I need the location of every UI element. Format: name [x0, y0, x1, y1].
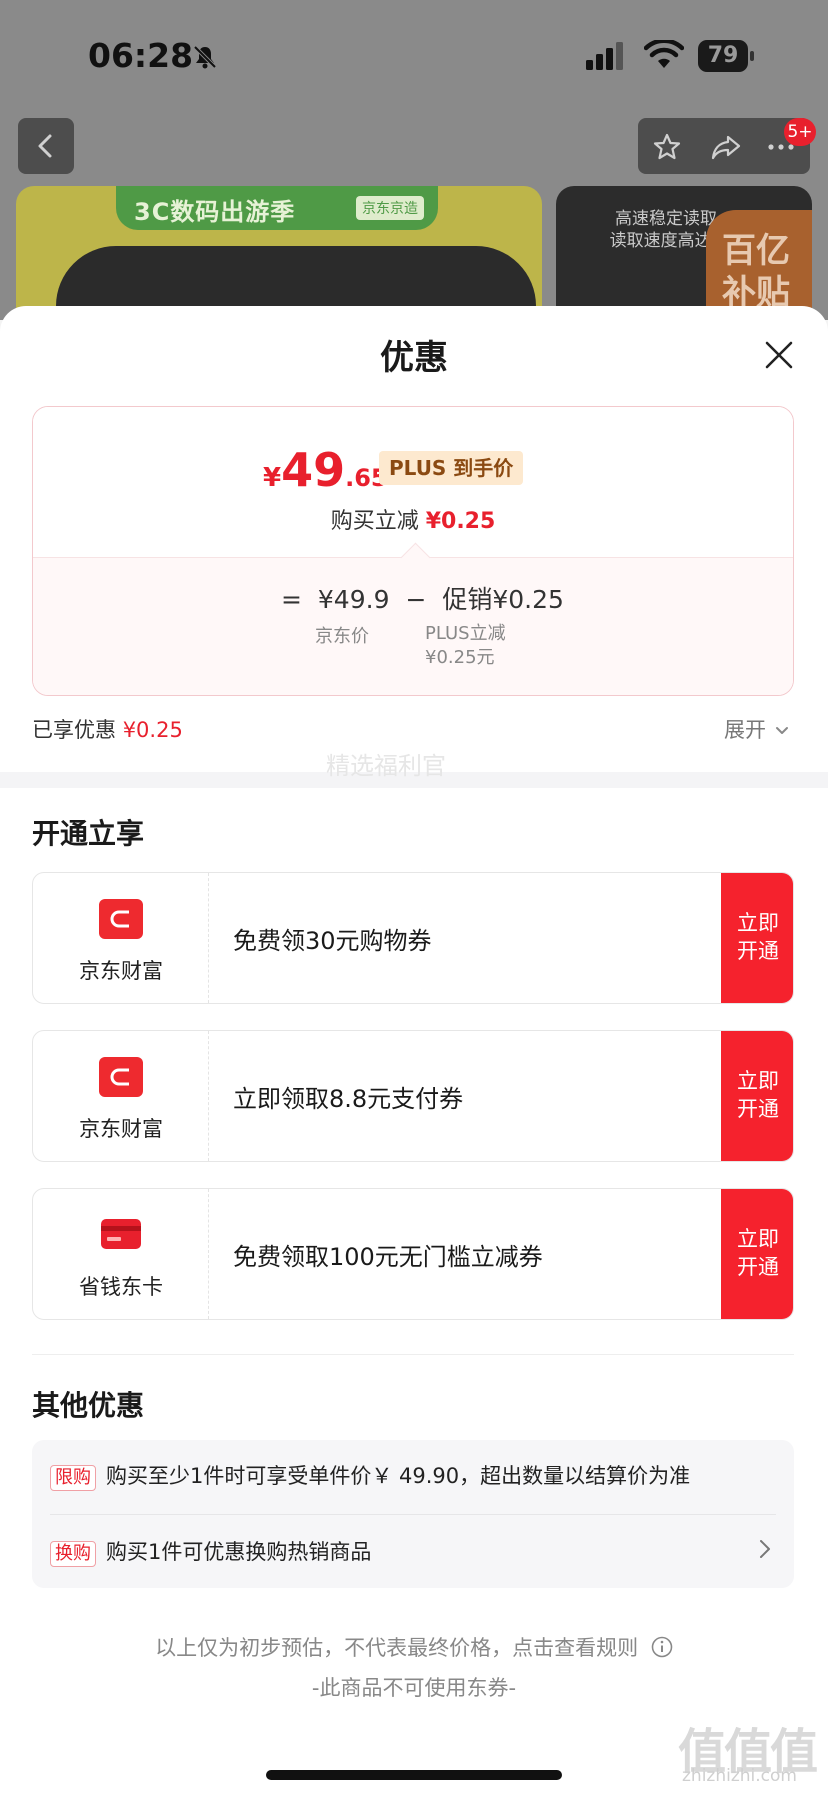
- share-icon[interactable]: [710, 132, 742, 162]
- close-icon[interactable]: [762, 338, 796, 372]
- promo-label-line-1: PLUS立减: [425, 623, 506, 644]
- offer-brand: 省钱东卡: [79, 1275, 163, 1299]
- price-card: ¥49.65 PLUS 到手价 购买立减 ¥0.25 = ¥49.9 − 促销¥…: [32, 406, 794, 696]
- plus-price-tag: PLUS 到手价: [379, 451, 524, 485]
- open-now-line-1: 立即: [737, 1227, 779, 1251]
- offer-brand-block: 省钱东卡: [33, 1189, 209, 1319]
- signal-icon: [586, 42, 623, 70]
- star-icon[interactable]: [652, 132, 682, 162]
- bell-muted-icon: [193, 45, 217, 69]
- rules-note[interactable]: 以上仅为初步预估，不代表最终价格，点击查看规则: [0, 1632, 828, 1662]
- enjoyed-discount: 已享优惠 ¥0.25: [32, 714, 183, 744]
- price-formula: = ¥49.9 − 促销¥0.25: [281, 580, 572, 616]
- banner-3c: 3C数码出游季 京东京造: [16, 186, 542, 320]
- enjoyed-label: 已享优惠: [32, 718, 116, 742]
- no-coupon-note: -此商品不可使用东券-: [311, 1676, 517, 1700]
- open-section-title: 开通立享: [32, 817, 145, 850]
- price-symbol: ¥: [263, 463, 282, 493]
- banner-pill: 3C数码出游季 京东京造: [116, 186, 438, 230]
- open-now-line-2: 开通: [737, 939, 779, 963]
- price-integer: 49: [281, 443, 346, 497]
- sheet-title: 优惠: [380, 338, 448, 378]
- promo-badge-text: 百亿补贴: [722, 231, 790, 313]
- final-price: ¥49.65: [263, 443, 388, 497]
- wallet-icon: [99, 899, 143, 939]
- offer-card[interactable]: 京东财富 立即领取8.8元支付券 立即 开通: [32, 1030, 794, 1162]
- other-offer-row: 限购 购买至少1件时可享受单件价￥ 49.90，超出数量以结算价为准: [50, 1460, 690, 1491]
- reduce-line: 购买立减 ¥0.25: [33, 503, 793, 535]
- open-now-button[interactable]: 立即 开通: [721, 873, 793, 1003]
- offer-text: 免费领取100元无门槛立减券: [233, 1243, 543, 1271]
- offer-brand-block: 京东财富: [33, 873, 209, 1003]
- banner-title: 3C数码出游季: [134, 198, 296, 226]
- banner-brand: 京东京造: [356, 196, 424, 220]
- chevron-left-icon: [38, 134, 52, 158]
- reduce-label: 购买立减: [330, 509, 419, 534]
- offer-text: 立即领取8.8元支付券: [233, 1085, 464, 1113]
- exchange-tag: 换购: [50, 1541, 96, 1567]
- corner-watermark-url: zhizhizhi.com: [682, 1766, 797, 1786]
- open-now-line-1: 立即: [737, 911, 779, 935]
- open-now-button[interactable]: 立即 开通: [721, 1031, 793, 1161]
- offer-brand: 京东财富: [79, 959, 163, 983]
- discount-sheet: 优惠 ¥49.65 PLUS 到手价 购买立减 ¥0.25 = ¥49.9 − …: [0, 306, 828, 1795]
- offer-brand: 京东财富: [79, 1117, 163, 1141]
- message-badge: 5+: [784, 118, 816, 146]
- formula-minus: −: [405, 585, 427, 614]
- battery-cap: [750, 51, 754, 61]
- offer-brand-block: 京东财富: [33, 1031, 209, 1161]
- other-offer-row-exchange[interactable]: 换购 购买1件可优惠换购热销商品: [50, 1536, 371, 1567]
- formula-equals: =: [281, 585, 302, 614]
- battery-level: 79: [698, 40, 748, 72]
- promo-label: PLUS立减 ¥0.25元: [425, 622, 506, 670]
- other-offer-text: 购买1件可优惠换购热销商品: [106, 1540, 372, 1564]
- battery-indicator: 79: [698, 40, 754, 72]
- card-icon: [101, 1219, 141, 1249]
- home-indicator: [266, 1770, 562, 1780]
- other-offers-box: 限购 购买至少1件时可享受单件价￥ 49.90，超出数量以结算价为准 换购 购买1件…: [32, 1440, 794, 1588]
- wallet-icon: [99, 1057, 143, 1097]
- row-divider: [50, 1514, 776, 1515]
- formula-jd-price: ¥49.9: [317, 585, 390, 614]
- promo-label-line-2: ¥0.25元: [425, 647, 495, 668]
- expand-button[interactable]: 展开: [724, 714, 791, 744]
- limit-tag: 限购: [50, 1465, 96, 1491]
- other-offer-text: 购买至少1件时可享受单件价￥ 49.90，超出数量以结算价为准: [106, 1464, 691, 1488]
- chevron-right-icon[interactable]: [758, 1538, 772, 1560]
- open-now-button[interactable]: 立即 开通: [721, 1189, 793, 1319]
- wifi-icon: [644, 40, 684, 68]
- banner-product: 高速稳定读取 读取速度高达1 百亿补贴: [556, 186, 812, 320]
- back-button[interactable]: [18, 118, 74, 174]
- jd-price-label: 京东价: [315, 626, 369, 647]
- enjoyed-amount: ¥0.25: [122, 718, 183, 742]
- price-summary: ¥49.65 PLUS 到手价 购买立减 ¥0.25: [33, 407, 793, 557]
- status-time: 06:28: [88, 36, 194, 75]
- reduce-amount: ¥0.25: [425, 509, 496, 534]
- offer-card[interactable]: 省钱东卡 免费领取100元无门槛立减券 立即 开通: [32, 1188, 794, 1320]
- price-breakdown: = ¥49.9 − 促销¥0.25 京东价 PLUS立减 ¥0.25元: [33, 557, 793, 695]
- open-now-line-2: 开通: [737, 1255, 779, 1279]
- offer-text: 免费领30元购物券: [233, 927, 432, 955]
- offer-card[interactable]: 京东财富 免费领30元购物券 立即 开通: [32, 872, 794, 1004]
- watermark: 精选福利官: [326, 752, 446, 780]
- other-section-title: 其他优惠: [32, 1389, 145, 1422]
- info-icon[interactable]: [651, 1636, 673, 1658]
- rules-note-text: 以上仅为初步预估，不代表最终价格，点击查看规则: [155, 1636, 639, 1660]
- formula-promo: 促销¥0.25: [442, 585, 564, 614]
- expand-label: 展开: [724, 718, 766, 742]
- chevron-down-icon: [775, 727, 788, 734]
- open-now-line-1: 立即: [737, 1069, 779, 1093]
- status-bar: 06:28 79: [0, 0, 828, 110]
- open-now-line-2: 开通: [737, 1097, 779, 1121]
- section-divider: [32, 1354, 794, 1355]
